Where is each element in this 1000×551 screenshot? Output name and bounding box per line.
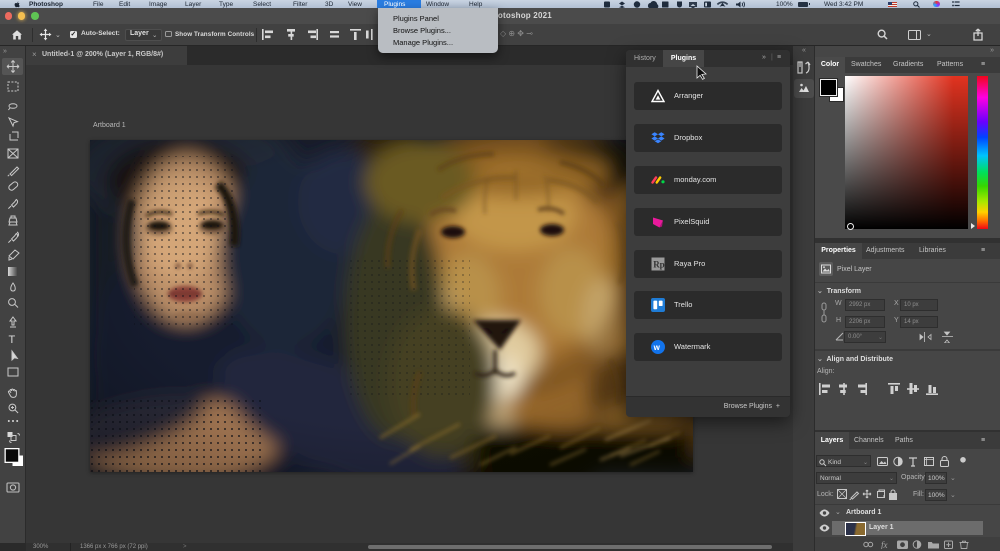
svg-text:fx: fx xyxy=(881,540,888,549)
svg-text:T: T xyxy=(9,334,16,346)
svg-text:Rp: Rp xyxy=(653,260,665,270)
svg-text:w: w xyxy=(653,343,661,352)
svg-text:»: » xyxy=(3,48,7,55)
